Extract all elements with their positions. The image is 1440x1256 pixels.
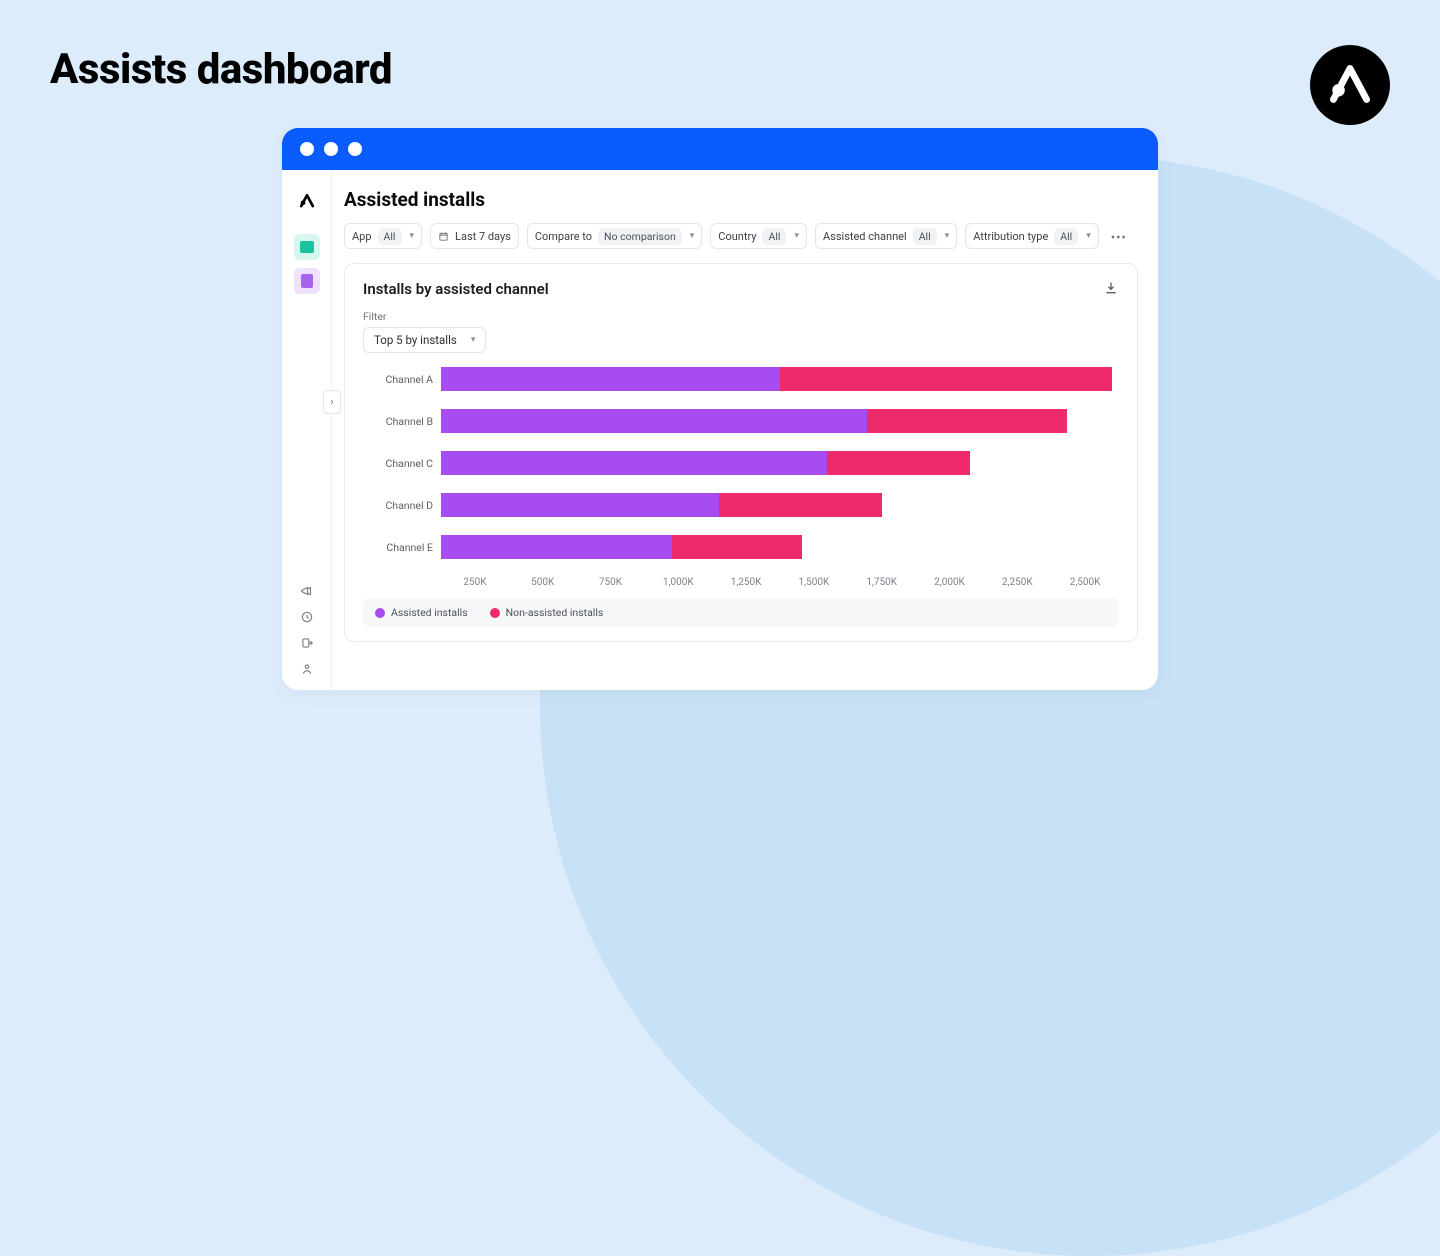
filter-label: Attribution type — [973, 230, 1048, 243]
bar-segment-assisted — [441, 493, 719, 517]
chart-icon — [300, 241, 314, 253]
download-icon[interactable] — [1103, 280, 1119, 296]
category-label: Channel B — [363, 415, 441, 428]
app-logo-icon — [298, 192, 316, 210]
filter-value: All — [762, 228, 786, 245]
filter-value: All — [378, 228, 402, 245]
chart-card: Installs by assisted channel Filter Top … — [344, 263, 1138, 642]
legend-swatch-icon — [490, 608, 500, 618]
bar-track — [441, 367, 1119, 391]
clock-icon[interactable] — [300, 610, 314, 624]
bar-track — [441, 493, 1119, 517]
filter-label: Compare to — [535, 230, 592, 243]
card-title: Installs by assisted channel — [363, 280, 549, 298]
sidebar: › — [282, 170, 332, 690]
legend-item-assisted: Assisted installs — [375, 606, 468, 619]
chart-row: Channel C — [363, 451, 1119, 475]
axis-tick: 500K — [509, 577, 577, 588]
brand-logo — [1310, 45, 1390, 125]
chart-filter-select[interactable]: Top 5 by installs ▾ — [363, 327, 486, 353]
legend-swatch-icon — [375, 608, 385, 618]
filter-assisted-channel[interactable]: Assisted channel All ▾ — [815, 223, 957, 249]
chart-row: Channel D — [363, 493, 1119, 517]
chevron-down-icon: ▾ — [1086, 231, 1091, 241]
chevron-down-icon: ▾ — [471, 335, 476, 345]
category-label: Channel E — [363, 541, 441, 554]
chart-filter-value: Top 5 by installs — [374, 333, 457, 347]
chart-row: Channel B — [363, 409, 1119, 433]
chevron-down-icon: ▾ — [794, 231, 799, 241]
bar-segment-assisted — [441, 367, 780, 391]
filter-value: No comparison — [598, 228, 682, 245]
category-label: Channel A — [363, 373, 441, 386]
axis-tick: 2,000K — [916, 577, 984, 588]
filter-value: All — [1054, 228, 1078, 245]
legend-label: Non-assisted installs — [506, 606, 604, 619]
more-options-button[interactable]: ⋯ — [1107, 224, 1131, 248]
user-icon[interactable] — [300, 662, 314, 676]
filter-attribution-type[interactable]: Attribution type All ▾ — [965, 223, 1099, 249]
chevron-down-icon: ▾ — [410, 231, 415, 241]
x-axis: 250K500K750K1,000K1,250K1,500K1,750K2,00… — [441, 577, 1119, 588]
filter-compare[interactable]: Compare to No comparison ▾ — [527, 223, 702, 249]
bar-segment-non-assisted — [672, 535, 802, 559]
chevron-down-icon: ▾ — [690, 231, 695, 241]
filter-label: Assisted channel — [823, 230, 907, 243]
chart-legend: Assisted installs Non-assisted installs — [363, 598, 1119, 627]
legend-item-non-assisted: Non-assisted installs — [490, 606, 604, 619]
content-title: Assisted installs — [344, 188, 1138, 211]
calendar-icon — [438, 231, 449, 242]
filter-label: App — [352, 230, 372, 243]
bar-segment-assisted — [441, 409, 867, 433]
sidebar-item-documents[interactable] — [294, 268, 320, 294]
axis-tick: 2,250K — [983, 577, 1051, 588]
filter-date-range[interactable]: Last 7 days — [430, 223, 519, 249]
window-control-max[interactable] — [348, 142, 362, 156]
bar-segment-assisted — [441, 451, 827, 475]
category-label: Channel D — [363, 499, 441, 512]
axis-tick: 1,500K — [780, 577, 848, 588]
logout-icon[interactable] — [300, 636, 314, 650]
category-label: Channel C — [363, 457, 441, 470]
axis-tick: 750K — [577, 577, 645, 588]
sidebar-item-reports[interactable] — [294, 234, 320, 260]
axis-tick: 1,000K — [644, 577, 712, 588]
chart-filter-label: Filter — [363, 310, 1119, 323]
filter-country[interactable]: Country All ▾ — [710, 223, 807, 249]
axis-tick: 1,750K — [848, 577, 916, 588]
bar-track — [441, 535, 1119, 559]
page-title: Assists dashboard — [50, 45, 1390, 94]
stacked-bar-chart: Channel A Channel B Channel C Channel D Chan… — [363, 367, 1119, 559]
chart-row: Channel E — [363, 535, 1119, 559]
app-window: › Assisted installs App All ▾ — [282, 128, 1158, 690]
chevron-right-icon: › — [330, 397, 333, 408]
bar-segment-non-assisted — [867, 409, 1068, 433]
bar-segment-non-assisted — [827, 451, 969, 475]
chevron-down-icon: ▾ — [945, 231, 950, 241]
bar-track — [441, 409, 1119, 433]
filter-label: Country — [718, 230, 756, 243]
bar-segment-non-assisted — [780, 367, 1112, 391]
filter-app[interactable]: App All ▾ — [344, 223, 422, 249]
sidebar-expand-button[interactable]: › — [323, 390, 341, 414]
window-control-min[interactable] — [324, 142, 338, 156]
megaphone-icon[interactable] — [300, 584, 314, 598]
axis-tick: 250K — [441, 577, 509, 588]
more-horizontal-icon: ⋯ — [1110, 227, 1127, 246]
filter-toolbar: App All ▾ Last 7 days Compare to No comp… — [344, 223, 1138, 249]
adjust-logo-icon — [1324, 59, 1376, 111]
chart-row: Channel A — [363, 367, 1119, 391]
bar-segment-non-assisted — [719, 493, 882, 517]
axis-tick: 1,250K — [712, 577, 780, 588]
filter-value: All — [913, 228, 937, 245]
document-icon — [301, 274, 313, 288]
axis-tick: 2,500K — [1051, 577, 1119, 588]
filter-label: Last 7 days — [455, 230, 511, 243]
window-control-close[interactable] — [300, 142, 314, 156]
window-titlebar — [282, 128, 1158, 170]
bar-track — [441, 451, 1119, 475]
legend-label: Assisted installs — [391, 606, 468, 619]
bar-segment-assisted — [441, 535, 672, 559]
